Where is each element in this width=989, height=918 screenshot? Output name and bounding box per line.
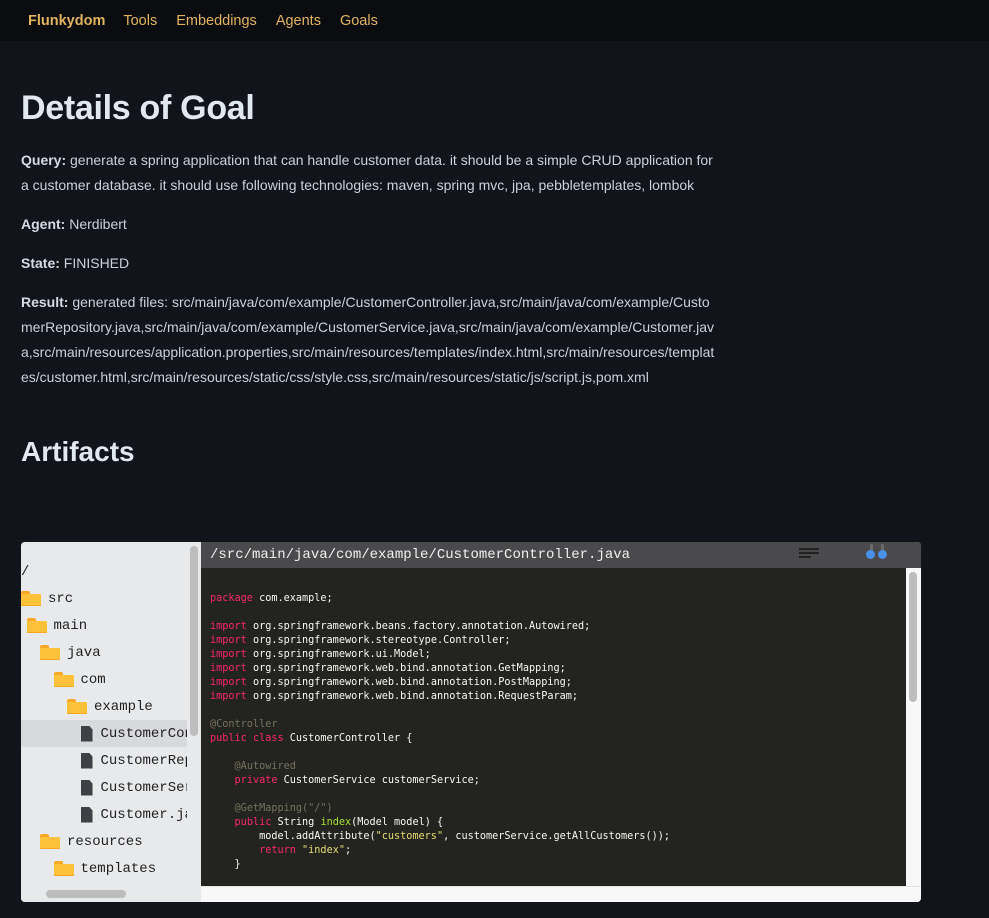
tree-item-label: templates <box>80 860 157 877</box>
code-line: package com.example; <box>210 593 333 604</box>
tree-item-label: main <box>53 617 88 634</box>
tree-item-label: src <box>48 590 74 607</box>
file-icon <box>80 806 93 823</box>
tree-folder-item[interactable]: main <box>21 612 187 639</box>
result-label: Result: <box>21 294 69 310</box>
binoculars-icon[interactable] <box>866 544 890 560</box>
tree-folder-item[interactable]: java <box>21 639 187 666</box>
result-field: Result: generated files: src/main/java/c… <box>21 290 721 390</box>
agent-value: Nerdibert <box>69 216 127 232</box>
tree-folder-item[interactable]: templates <box>21 855 187 882</box>
nav-link-tools[interactable]: Tools <box>123 13 157 29</box>
result-value: generated files: src/main/java/com/examp… <box>21 294 715 385</box>
tree-folder-item[interactable]: example <box>21 693 187 720</box>
tree-item-label: / <box>21 563 30 580</box>
tree-item-label: com <box>80 671 106 688</box>
tree-item-label: java <box>67 644 101 661</box>
file-icon <box>80 725 93 742</box>
folder-icon <box>40 834 60 849</box>
tree-file-item[interactable]: CustomerRepository.java <box>21 747 187 774</box>
goal-details-content: Details of Goal Query: generate a spring… <box>0 89 989 468</box>
code-line: import org.springframework.web.bind.anno… <box>210 677 572 688</box>
tree-folder-item[interactable]: / <box>21 558 187 585</box>
file-tree-vertical-scrollbar[interactable] <box>187 542 201 886</box>
top-navbar: Flunkydom Tools Embeddings Agents Goals <box>0 0 989 41</box>
scrollbar-thumb[interactable] <box>190 546 198 736</box>
code-line: public String index(Model model) { <box>234 817 444 828</box>
scrollbar-thumb[interactable] <box>46 890 126 898</box>
artifacts-heading: Artifacts <box>21 436 135 467</box>
code-content: package com.example; import org.springfr… <box>201 568 906 886</box>
code-line: import org.springframework.stereotype.Co… <box>210 635 511 646</box>
code-line: private CustomerService customerService; <box>234 775 480 786</box>
tree-item-label: CustomerController.java <box>100 725 188 742</box>
nav-link-goals[interactable]: Goals <box>340 13 378 29</box>
tree-item-label: Customer.java <box>100 806 188 823</box>
code-line: import org.springframework.beans.factory… <box>210 621 591 632</box>
state-value: FINISHED <box>63 255 130 271</box>
tree-file-item[interactable]: CustomerService.java <box>21 774 187 801</box>
agent-field: Agent: Nerdibert <box>21 212 721 237</box>
agent-label: Agent: <box>21 216 66 232</box>
tree-item-label: CustomerService.java <box>100 779 188 796</box>
file-path-title: /src/main/java/com/example/CustomerContr… <box>210 547 631 563</box>
code-line: import org.springframework.web.bind.anno… <box>210 663 566 674</box>
state-field: State: FINISHED <box>21 251 721 276</box>
file-icon <box>80 779 93 796</box>
file-tree: / src main java com example CustomerController… <box>21 542 201 902</box>
file-tree-horizontal-scrollbar[interactable] <box>21 886 201 902</box>
code-horizontal-scrollbar[interactable] <box>201 886 921 902</box>
code-editor[interactable]: package com.example; import org.springfr… <box>201 568 906 886</box>
code-vertical-scrollbar[interactable] <box>906 568 921 886</box>
code-viewer-header: /src/main/java/com/example/CustomerContr… <box>201 542 921 568</box>
tree-item-label: example <box>94 698 153 715</box>
tree-file-item[interactable]: Customer.java <box>21 801 187 828</box>
code-line: @Autowired <box>234 761 296 772</box>
code-line: public class CustomerController { <box>210 733 413 744</box>
folder-icon <box>53 861 74 876</box>
tree-item-label: CustomerRepository.java <box>100 752 188 769</box>
page-title: Details of Goal <box>21 89 255 127</box>
nav-link-agents[interactable]: Agents <box>276 13 321 29</box>
query-field: Query: generate a spring application tha… <box>21 148 721 198</box>
code-line: @Controller <box>210 719 278 730</box>
code-line: import org.springframework.web.bind.anno… <box>210 691 579 702</box>
file-icon <box>80 752 93 769</box>
nav-brand-link[interactable]: Flunkydom <box>28 13 105 29</box>
tree-folder-item[interactable]: resources <box>21 828 187 855</box>
tree-folder-item[interactable]: src <box>21 585 187 612</box>
tree-file-item[interactable]: CustomerController.java <box>21 720 187 747</box>
tree-item-label: resources <box>67 833 143 850</box>
code-line: @GetMapping("/") <box>234 803 333 814</box>
code-line: } <box>210 859 241 870</box>
nav-link-embeddings[interactable]: Embeddings <box>176 13 257 29</box>
folder-icon <box>53 672 74 687</box>
folder-icon <box>26 618 47 633</box>
state-label: State: <box>21 255 60 271</box>
folder-icon <box>67 699 87 714</box>
folder-icon <box>21 591 41 606</box>
code-line: import org.springframework.ui.Model; <box>210 649 431 660</box>
code-line: return "index"; <box>259 845 352 856</box>
artifacts-panel: / src main java com example CustomerController… <box>21 542 921 902</box>
query-label: Query: <box>21 152 67 168</box>
tree-folder-item[interactable]: com <box>21 666 187 693</box>
wrap-lines-icon[interactable] <box>799 546 821 560</box>
query-value: generate a spring application that can h… <box>21 152 713 193</box>
code-line: model.addAttribute("customers", customer… <box>210 831 671 842</box>
code-viewer: /src/main/java/com/example/CustomerContr… <box>201 542 921 902</box>
scrollbar-thumb[interactable] <box>909 572 917 702</box>
folder-icon <box>40 645 60 660</box>
